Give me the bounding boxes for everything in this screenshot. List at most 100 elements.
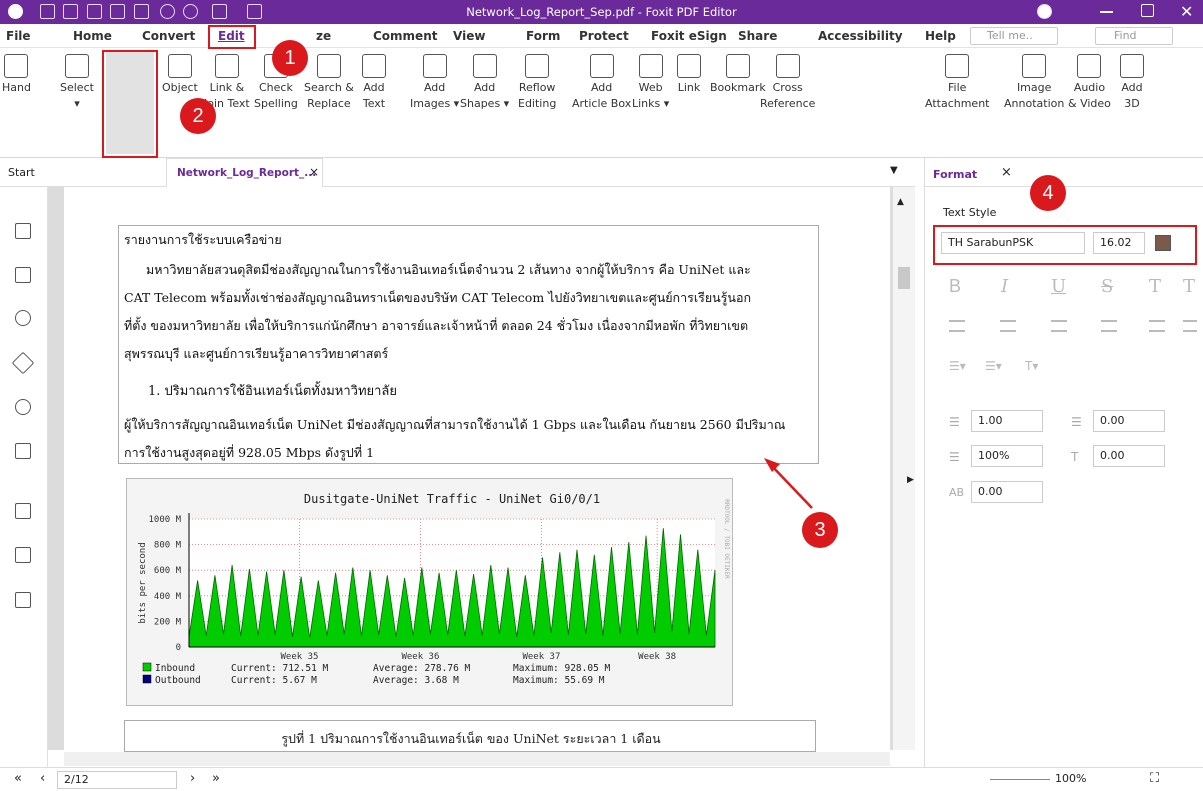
content-panel-icon[interactable]: [15, 592, 31, 608]
security-panel-icon[interactable]: [15, 443, 31, 459]
last-page-icon[interactable]: »: [212, 771, 220, 786]
right-collapse-icon[interactable]: ▶: [907, 475, 914, 485]
superscript-icon[interactable]: T: [1149, 276, 1161, 297]
next-page-icon[interactable]: ›: [190, 771, 195, 786]
format-close-icon[interactable]: ×: [1001, 165, 1012, 180]
ribbon-hand-button[interactable]: Hand: [2, 54, 31, 96]
ribbon-label: Reference: [760, 97, 816, 110]
account-icon[interactable]: [1037, 4, 1052, 19]
tab-document[interactable]: Network_Log_Report_... ×: [166, 158, 323, 187]
ribbon-cross-ref-button[interactable]: Cross Reference: [760, 54, 815, 112]
ribbon-label: Add: [473, 81, 496, 94]
tab-list-chevron-icon[interactable]: ▼: [890, 165, 898, 176]
char-spacing-select[interactable]: 0.00: [971, 481, 1043, 503]
numbered-list-icon[interactable]: ☰▾: [985, 359, 1002, 373]
outdent-icon[interactable]: [1183, 320, 1197, 332]
ribbon-link-button[interactable]: Link: [677, 54, 701, 96]
legend-text: Outbound: [155, 675, 201, 686]
ribbon-3d-button[interactable]: Add 3D: [1120, 54, 1144, 112]
ribbon-search-replace-button[interactable]: Search & Replace: [304, 54, 354, 112]
baseline-offset-select[interactable]: 0.00: [1093, 445, 1165, 467]
x-tick-label: Week 36: [401, 652, 439, 662]
menu-organize[interactable]: ze: [316, 29, 331, 43]
y-tick-label: 400 M: [154, 592, 182, 602]
comments-panel-icon[interactable]: [15, 310, 31, 326]
menu-help[interactable]: Help: [925, 29, 956, 43]
ribbon-add-shape-button[interactable]: Add Shapes ▾: [460, 54, 509, 112]
close-window-icon[interactable]: ✕: [1180, 2, 1193, 21]
ribbon-image-annot-button[interactable]: Image Annotation: [1004, 54, 1064, 112]
strikethrough-icon[interactable]: S: [1101, 276, 1113, 297]
menu-accessibility[interactable]: Accessibility: [818, 29, 903, 43]
ribbon-bookmark-button[interactable]: Bookmark: [710, 54, 766, 96]
tab-close-icon[interactable]: ×: [309, 165, 319, 179]
horizontal-scrollbar[interactable]: [64, 752, 890, 766]
ribbon-label: Audio: [1073, 81, 1106, 94]
subscript-icon[interactable]: T: [1183, 276, 1195, 297]
document-panel-icon[interactable]: [15, 503, 31, 519]
maximize-icon[interactable]: [1141, 4, 1154, 17]
doc-line-4: สุพรรณบุรี และศูนย์การเรียนรู้อาคารวิทยา…: [124, 346, 389, 361]
edit-object-icon: [167, 54, 192, 78]
scroll-up-icon[interactable]: ▲: [897, 197, 904, 207]
first-page-icon[interactable]: «: [14, 771, 22, 786]
align-right-icon[interactable]: [1051, 320, 1067, 332]
menu-share[interactable]: Share: [738, 29, 777, 43]
paragraph-spacing-select[interactable]: 0.00: [1093, 410, 1165, 432]
menu-protect[interactable]: Protect: [579, 29, 629, 43]
bookmark-panel-icon[interactable]: [15, 223, 31, 239]
italic-icon[interactable]: I: [1001, 276, 1008, 297]
find-input[interactable]: Find: [1095, 27, 1173, 45]
fullscreen-icon[interactable]: ⛶: [1150, 771, 1159, 786]
bold-icon[interactable]: B: [949, 276, 961, 297]
doc-line-3: ที่ตั้ง ของมหาวิทยาลัย เพื่อให้บริการแก่…: [124, 318, 749, 333]
tab-start[interactable]: Start: [8, 166, 35, 179]
menu-comment[interactable]: Comment: [373, 29, 437, 43]
minimize-icon[interactable]: [1100, 11, 1113, 13]
zoom-level[interactable]: 100%: [1055, 772, 1086, 785]
scroll-thumb[interactable]: [898, 267, 910, 289]
legend-text: Average: 278.76 M: [373, 663, 471, 674]
zoom-slider[interactable]: [990, 779, 1050, 780]
justify-icon[interactable]: [1101, 320, 1117, 332]
traffic-chart: 0 200 M 400 M 600 M 800 M 1000 M Week 35 Week 3…: [126, 478, 733, 706]
image-annot-icon: [1022, 54, 1047, 78]
ribbon-audio-video-button[interactable]: Audio & Video: [1068, 54, 1111, 112]
prev-page-icon[interactable]: ‹: [40, 771, 45, 786]
ribbon-select-button[interactable]: Select ▾: [60, 54, 94, 112]
layers-panel-icon[interactable]: [11, 351, 35, 375]
attachments-panel-icon[interactable]: [15, 399, 31, 415]
callout-4: 4: [1030, 175, 1066, 211]
ribbon-label: Search &: [304, 81, 354, 94]
underline-icon[interactable]: U: [1051, 276, 1066, 297]
ribbon-article-button[interactable]: Add Article Box: [572, 54, 631, 112]
ribbon: HandSelect▾EditTextObjectLink &Join Text…: [0, 48, 1203, 158]
menu-view[interactable]: View: [453, 29, 485, 43]
vertical-scrollbar[interactable]: ▲: [893, 187, 915, 750]
horizontal-scale-select[interactable]: 100%: [971, 445, 1043, 467]
text-direction-icon[interactable]: T▾: [1025, 359, 1038, 373]
char-spacing-icon: AB: [949, 486, 965, 499]
page-number-input[interactable]: 2/12: [57, 771, 177, 789]
bullet-list-icon[interactable]: ☰▾: [949, 359, 966, 373]
menu-file[interactable]: File: [6, 29, 31, 43]
line-spacing-select[interactable]: 1.00: [971, 410, 1043, 432]
align-left-icon[interactable]: [949, 320, 965, 332]
menu-form[interactable]: Form: [526, 29, 560, 43]
ribbon-reflow-button[interactable]: Reflow Editing: [518, 54, 556, 112]
ribbon-add-text-button[interactable]: Add Text: [362, 54, 386, 112]
signature-panel-icon[interactable]: [15, 547, 31, 563]
ribbon-add-image-button[interactable]: Add Images ▾: [410, 54, 459, 112]
indent-icon[interactable]: [1149, 320, 1165, 332]
menu-foxit-esign[interactable]: Foxit eSign: [651, 29, 727, 43]
ribbon-edit-object-button[interactable]: Object: [162, 54, 198, 96]
menu-home[interactable]: Home: [73, 29, 112, 43]
pages-panel-icon[interactable]: [15, 267, 31, 283]
ribbon-label: Images ▾: [410, 97, 460, 110]
ribbon-web-links-button[interactable]: Web Links ▾: [632, 54, 669, 112]
format-tab[interactable]: Format: [933, 168, 977, 181]
menu-convert[interactable]: Convert: [142, 29, 195, 43]
align-center-icon[interactable]: [1000, 320, 1016, 332]
tell-me-input[interactable]: Tell me..: [970, 27, 1058, 45]
ribbon-attachment-button[interactable]: File Attachment: [925, 54, 990, 112]
